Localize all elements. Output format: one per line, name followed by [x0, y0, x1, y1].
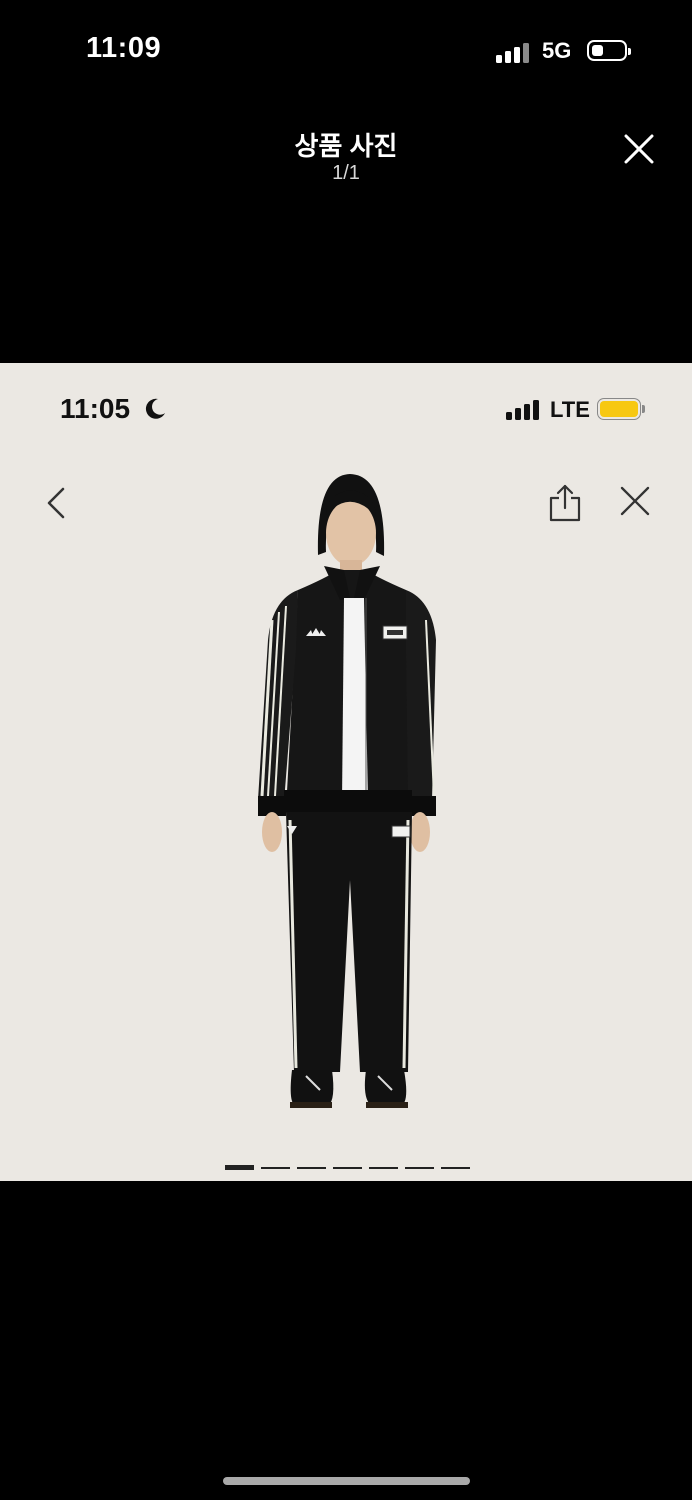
carousel-dot	[405, 1167, 434, 1169]
carousel-dot	[441, 1167, 470, 1169]
home-indicator[interactable]	[223, 1477, 470, 1485]
signal-icon	[496, 43, 529, 63]
photo-network-label: LTE	[550, 397, 590, 422]
image-counter: 1/1	[332, 162, 360, 184]
carousel-dot	[369, 1167, 398, 1169]
close-icon[interactable]	[620, 130, 658, 168]
carousel-dot	[225, 1165, 254, 1170]
carousel-dot	[261, 1167, 290, 1169]
model-figure	[258, 474, 436, 1108]
photo-signal-icon	[506, 400, 539, 420]
photo-status-time: 11:05	[60, 393, 131, 424]
product-photo[interactable]: 11:05 LTE	[0, 363, 692, 1181]
viewer-title: 상품 사진	[294, 131, 398, 161]
chevron-left-icon	[47, 487, 65, 519]
share-icon	[549, 484, 581, 522]
moon-icon	[145, 398, 165, 419]
network-label: 5G	[542, 38, 572, 63]
photo-close-icon	[620, 486, 650, 516]
photo-battery-icon	[597, 398, 645, 420]
status-time: 11:09	[86, 32, 162, 64]
carousel-dot	[297, 1167, 326, 1169]
carousel-indicator	[225, 1165, 470, 1170]
carousel-dot	[333, 1167, 362, 1169]
battery-icon	[587, 40, 631, 61]
